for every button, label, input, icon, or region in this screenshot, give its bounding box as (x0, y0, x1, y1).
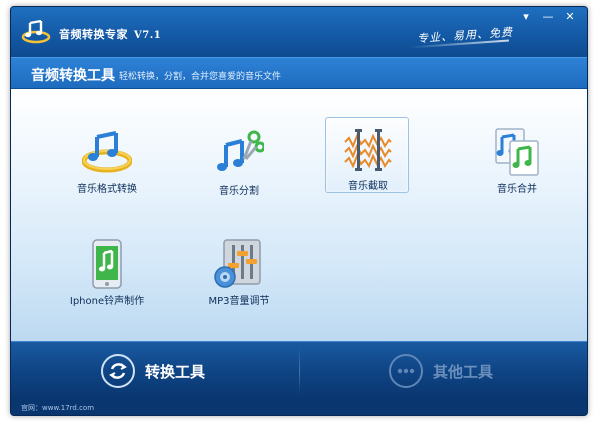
tool-label: MP3音量调节 (208, 296, 270, 307)
tool-label: 音乐分割 (219, 186, 259, 197)
tool-label: 音乐合并 (497, 184, 537, 195)
more-circle-icon (389, 354, 423, 388)
window-title: 音频转换专家 V7.1 (59, 26, 161, 42)
app-version: V7.1 (134, 30, 162, 41)
app-logo-icon (21, 19, 51, 44)
close-button[interactable]: ✕ (561, 10, 579, 24)
music-convert-icon (82, 131, 132, 173)
app-window: 音频转换专家 V7.1 专业、易用、免费 ▾ — ✕ 音频转换工具 轻松转换，分割… (10, 6, 588, 416)
iphone-ringtone-icon (92, 239, 122, 289)
app-name: 音频转换专家 (59, 28, 128, 41)
section-title: 音频转换工具 (31, 68, 115, 84)
tab-other-tools[interactable]: 其他工具 (389, 348, 587, 394)
tab-convert-tools[interactable]: 转换工具 (101, 348, 301, 394)
music-merge-icon (495, 128, 539, 176)
tool-label: 音乐截取 (348, 181, 388, 192)
tool-music-merge[interactable]: 音乐合并 (475, 121, 559, 197)
tool-mp3-volume[interactable]: MP3音量调节 (197, 233, 281, 309)
tool-music-cut[interactable]: 音乐截取 (325, 117, 409, 193)
minimize-button[interactable]: — (539, 10, 557, 24)
section-header: 音频转换工具 轻松转换，分割，合并您喜爱的音乐文件 (11, 57, 587, 89)
tool-iphone-ringtone[interactable]: Iphone铃声制作 (65, 233, 149, 309)
tool-grid: 音乐格式转换 音乐分割 音乐截取 音乐合并 Iphone铃声制作 MP3音量调节 (11, 89, 587, 341)
tool-music-split[interactable]: 音乐分割 (197, 123, 281, 199)
bottom-tab-bar: 转换工具 其他工具 (11, 341, 587, 399)
menu-dropdown-button[interactable]: ▾ (517, 10, 535, 24)
website-link[interactable]: 官网：www.17rd.com (21, 403, 94, 413)
music-split-icon (217, 130, 264, 171)
tool-label: Iphone铃声制作 (69, 296, 145, 307)
tool-label: 音乐格式转换 (77, 184, 137, 195)
mp3-volume-icon (214, 239, 261, 288)
section-description: 轻松转换，分割，合并您喜爱的音乐文件 (119, 72, 282, 82)
tool-music-convert[interactable]: 音乐格式转换 (65, 121, 149, 197)
tab-divider (299, 348, 300, 394)
refresh-circle-icon (101, 354, 135, 388)
title-bar[interactable]: 音频转换专家 V7.1 专业、易用、免费 ▾ — ✕ (11, 7, 587, 57)
tab-label: 转换工具 (145, 363, 206, 381)
tab-label: 其他工具 (433, 363, 494, 381)
status-bar: 官网：www.17rd.com (11, 399, 587, 415)
music-cut-icon (344, 129, 392, 171)
